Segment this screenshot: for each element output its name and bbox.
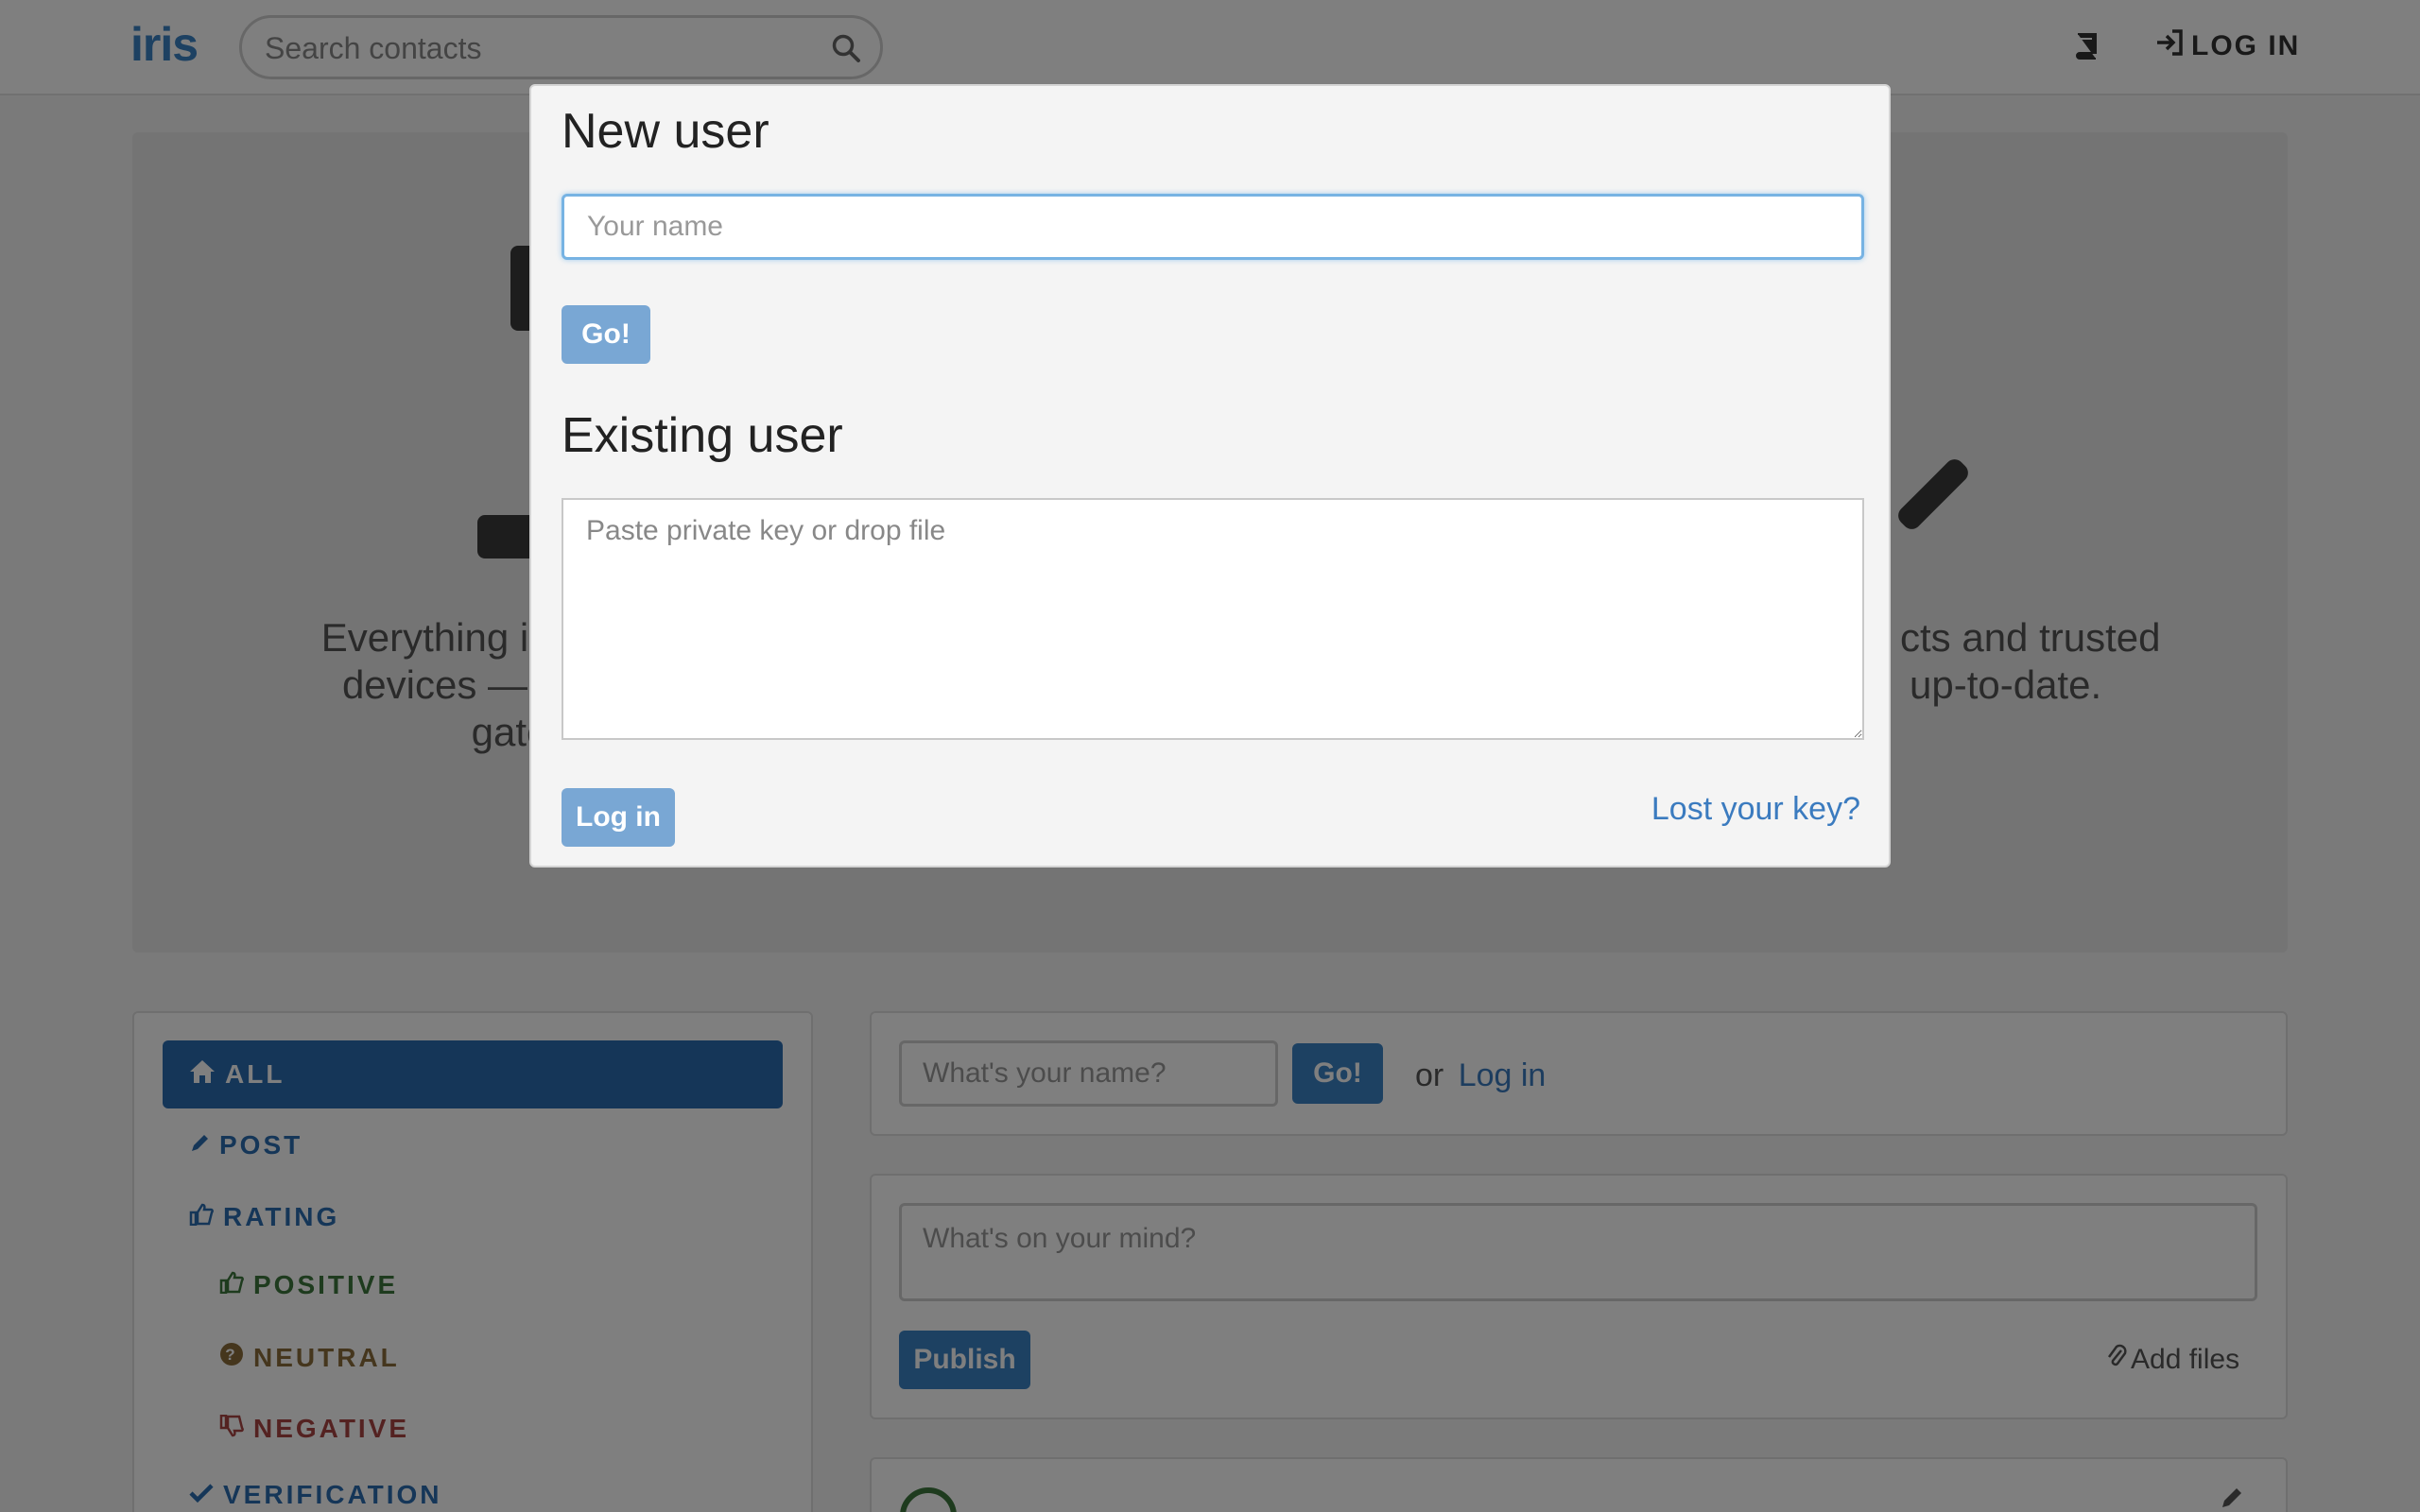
- modal-login-button[interactable]: Log in: [562, 788, 675, 847]
- private-key-textarea[interactable]: [562, 498, 1864, 740]
- lost-key-link[interactable]: Lost your key?: [1651, 791, 1860, 828]
- new-user-go-button[interactable]: Go!: [562, 305, 650, 364]
- login-modal: New user Go! Existing user Log in Lost y…: [529, 84, 1891, 868]
- new-user-heading: New user: [562, 104, 769, 159]
- new-user-name-input[interactable]: [562, 194, 1864, 260]
- existing-user-heading: Existing user: [562, 408, 843, 463]
